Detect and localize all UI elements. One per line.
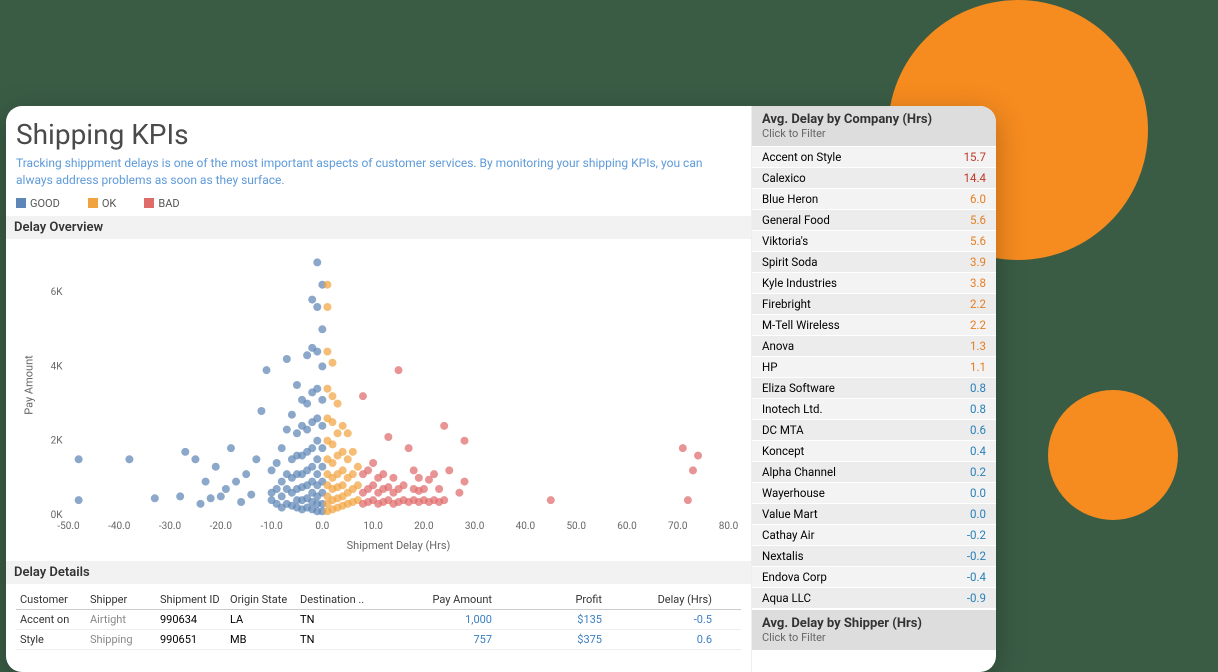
page-description: Tracking shippment delays is one of the … [16, 155, 716, 189]
company-row[interactable]: Accent on Style15.7 [752, 146, 996, 167]
col-destination[interactable]: Destination .. [296, 590, 376, 609]
shipper-panel-title: Avg. Delay by Shipper (Hrs) [762, 616, 986, 631]
svg-text:2K: 2K [51, 435, 64, 446]
company-row[interactable]: DC MTA0.6 [752, 419, 996, 440]
legend-item-good[interactable]: GOOD [16, 197, 60, 210]
company-row[interactable]: Wayerhouse0.0 [752, 482, 996, 503]
company-row[interactable]: Alpha Channel0.2 [752, 461, 996, 482]
page-title: Shipping KPIs [16, 118, 741, 151]
col-profit[interactable]: Profit [496, 590, 606, 609]
shipper-panel-hint: Click to Filter [762, 631, 986, 644]
company-row[interactable]: Koncept0.4 [752, 440, 996, 461]
company-row[interactable]: Calexico14.4 [752, 167, 996, 188]
legend: GOOD OK BAD [16, 197, 741, 210]
col-origin-state[interactable]: Origin State [226, 590, 296, 609]
col-shipper[interactable]: Shipper [86, 590, 156, 609]
company-row[interactable]: Spirit Soda3.9 [752, 251, 996, 272]
svg-text:20.0: 20.0 [414, 521, 434, 532]
swatch-ok [88, 198, 98, 208]
svg-text:80.0: 80.0 [719, 521, 739, 532]
legend-item-bad[interactable]: BAD [144, 197, 179, 210]
svg-text:0K: 0K [51, 510, 64, 521]
company-panel-title: Avg. Delay by Company (Hrs) [762, 112, 986, 127]
col-pay-amount[interactable]: Pay Amount [376, 590, 496, 609]
company-row[interactable]: Firebright2.2 [752, 293, 996, 314]
company-row[interactable]: Kyle Industries3.8 [752, 272, 996, 293]
company-row[interactable]: Anova1.3 [752, 335, 996, 356]
svg-text:40.0: 40.0 [516, 521, 536, 532]
svg-text:-50.0: -50.0 [57, 521, 80, 532]
scatter-chart[interactable]: 0K 2K 4K 6K -50.0 -40.0 -30.0 -20.0 -10.0 0.0 10.0… [16, 245, 741, 555]
col-customer[interactable]: Customer [16, 590, 86, 609]
svg-text:60.0: 60.0 [617, 521, 637, 532]
company-row[interactable]: Value Mart0.0 [752, 503, 996, 524]
company-row[interactable]: Aqua LLC-0.9 [752, 587, 996, 608]
svg-text:-40.0: -40.0 [108, 521, 131, 532]
shipper-panel-header: Avg. Delay by Shipper (Hrs) Click to Fil… [752, 610, 996, 650]
svg-text:0.0: 0.0 [315, 521, 329, 532]
legend-item-ok[interactable]: OK [88, 197, 116, 210]
company-row[interactable]: General Food5.6 [752, 209, 996, 230]
svg-text:50.0: 50.0 [566, 521, 586, 532]
company-row[interactable]: HP1.1 [752, 356, 996, 377]
company-row[interactable]: M-Tell Wireless2.2 [752, 314, 996, 335]
swatch-bad [144, 198, 154, 208]
dashboard-panel: Shipping KPIs Tracking shippment delays … [6, 106, 996, 672]
company-row[interactable]: Blue Heron6.0 [752, 188, 996, 209]
company-panel-header: Avg. Delay by Company (Hrs) Click to Fil… [752, 106, 996, 146]
company-row[interactable]: Eliza Software0.8 [752, 377, 996, 398]
section-delay-overview: Delay Overview [6, 216, 751, 239]
svg-text:4K: 4K [51, 361, 64, 372]
swatch-good [16, 198, 26, 208]
company-row[interactable]: Inotech Ltd.0.8 [752, 398, 996, 419]
svg-text:6K: 6K [51, 287, 64, 298]
svg-text:10.0: 10.0 [363, 521, 383, 532]
col-shipment-id[interactable]: Shipment ID [156, 590, 226, 609]
company-row[interactable]: Viktoria's5.6 [752, 230, 996, 251]
table-row[interactable]: Style Shipping 990651 MB TN 757 $375 0.6 [16, 630, 741, 650]
svg-text:30.0: 30.0 [465, 521, 485, 532]
col-delay[interactable]: Delay (Hrs) [606, 590, 716, 609]
company-row[interactable]: Cathay Air-0.2 [752, 524, 996, 545]
svg-text:-30.0: -30.0 [159, 521, 182, 532]
svg-text:-20.0: -20.0 [210, 521, 233, 532]
company-row[interactable]: Nextalis-0.2 [752, 545, 996, 566]
svg-text:70.0: 70.0 [668, 521, 688, 532]
table-header: Customer Shipper Shipment ID Origin Stat… [16, 590, 741, 610]
section-delay-details: Delay Details [6, 561, 751, 584]
svg-text:Shipment Delay (Hrs): Shipment Delay (Hrs) [347, 539, 451, 552]
company-row[interactable]: Endova Corp-0.4 [752, 566, 996, 587]
company-panel-hint: Click to Filter [762, 127, 986, 140]
svg-text:Pay Amount: Pay Amount [23, 354, 36, 414]
svg-text:-10.0: -10.0 [260, 521, 283, 532]
table-row[interactable]: Accent on Airtight 990634 LA TN 1,000 $1… [16, 610, 741, 630]
decorative-circle [1048, 390, 1178, 520]
